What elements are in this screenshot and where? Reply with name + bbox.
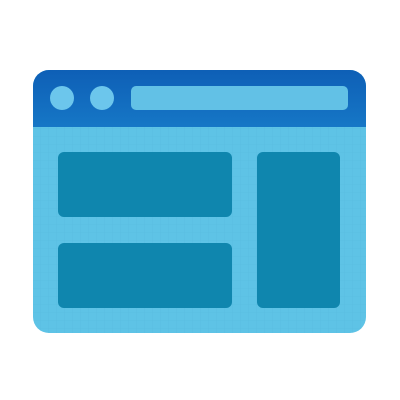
content-panel (58, 243, 232, 308)
app-window-layout-icon (0, 0, 400, 400)
window-control-dot (50, 86, 74, 110)
content-panel (257, 152, 340, 308)
window-graphic (33, 70, 366, 333)
content-panel (58, 152, 232, 217)
address-bar (131, 86, 348, 110)
window-control-dot (90, 86, 114, 110)
